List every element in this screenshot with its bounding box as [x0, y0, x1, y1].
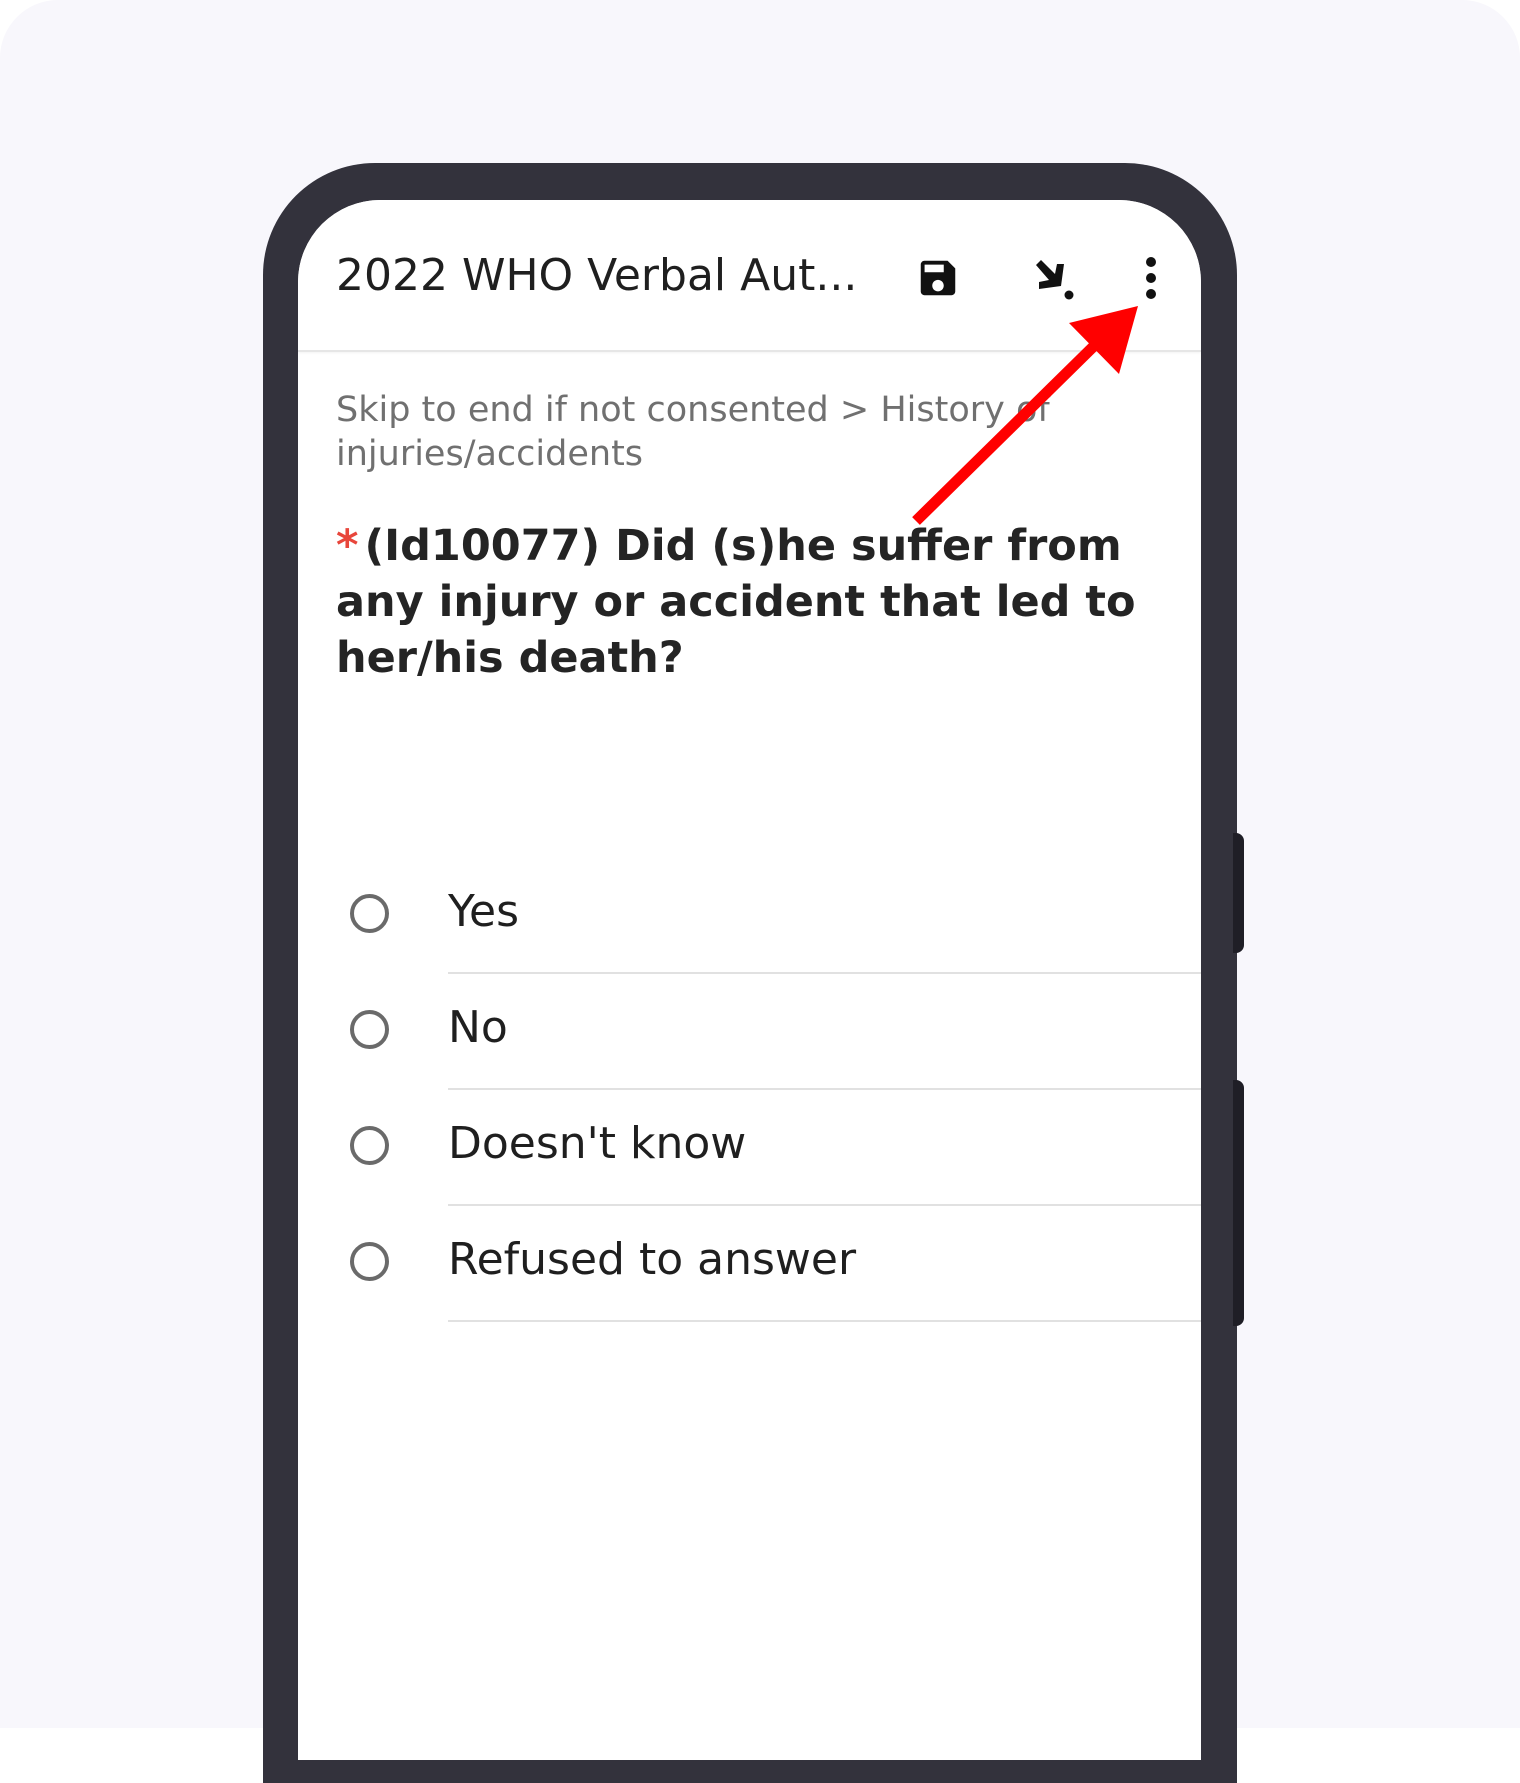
save-icon — [920, 260, 956, 296]
radio-button[interactable] — [350, 1242, 389, 1281]
question-text: (Id10077) Did (s)he suffer from any inju… — [336, 521, 1136, 683]
phone-side-button-power — [1233, 1080, 1244, 1326]
divider — [448, 1320, 1201, 1322]
required-asterisk: * — [336, 521, 359, 571]
option-label: No — [448, 1002, 508, 1053]
option-label: Doesn't know — [448, 1118, 747, 1169]
radio-button[interactable] — [350, 1010, 389, 1049]
question-label: * (Id10077) Did (s)he suffer from any inj… — [336, 518, 1166, 686]
app-bar: 2022 WHO Verbal Aut... — [298, 200, 1201, 352]
phone-screen: 2022 WHO Verbal Aut... Skip to end if no… — [298, 200, 1201, 1760]
option-label: Yes — [448, 886, 520, 937]
radio-button[interactable] — [350, 894, 389, 933]
more-vertical-icon — [1146, 257, 1156, 299]
option-no[interactable]: No — [298, 974, 1201, 1090]
jump-to-end-button[interactable] — [1027, 252, 1079, 304]
more-options-button[interactable] — [1125, 252, 1177, 304]
save-button[interactable] — [912, 252, 964, 304]
option-doesnt-know[interactable]: Doesn't know — [298, 1090, 1201, 1206]
option-yes[interactable]: Yes — [298, 858, 1201, 974]
option-refused[interactable]: Refused to answer — [298, 1206, 1201, 1322]
jump-arrow-icon — [1036, 260, 1074, 300]
form-title: 2022 WHO Verbal Aut... — [336, 250, 858, 301]
phone-side-button-volume — [1233, 833, 1244, 953]
option-label: Refused to answer — [448, 1234, 857, 1285]
answer-options: Yes No Doesn't know Refused to answer — [298, 858, 1201, 1322]
breadcrumb: Skip to end if not consented > History o… — [336, 390, 1050, 474]
radio-button[interactable] — [350, 1126, 389, 1165]
